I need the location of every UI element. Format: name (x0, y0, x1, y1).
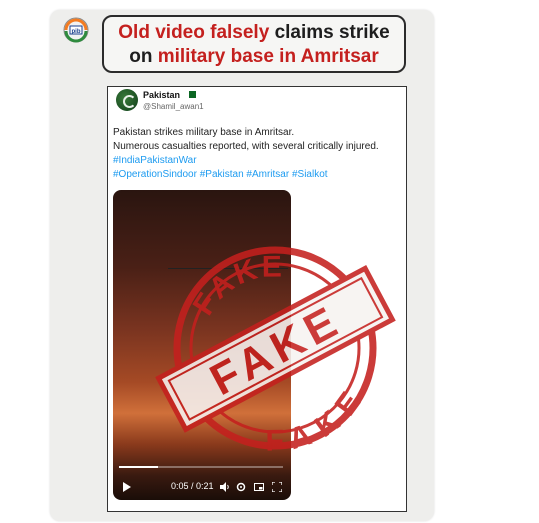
tweet-body: Pakistan strikes military base in Amrits… (113, 126, 379, 182)
headline-text: claims strike (274, 22, 390, 43)
tweet-line: Pakistan strikes military base in Amrits… (113, 127, 295, 138)
svg-text:pib: pib (72, 29, 81, 35)
headline-highlight: Old video falsely (118, 22, 270, 43)
author-handle[interactable]: @Shamil_awan1 (143, 102, 204, 111)
fake-stamp: FAKE FAKE FAKE (155, 235, 396, 460)
volume-icon[interactable] (220, 482, 230, 492)
tweet-line: Numerous casualties reported, with sever… (113, 141, 379, 152)
stamp-center-text: FAKE (202, 295, 350, 405)
stamp-bottom-text: FAKE (252, 377, 377, 460)
headline-banner: Old video falsely claims strike on milit… (102, 15, 406, 73)
video-time: 0:05 / 0:21 (171, 481, 214, 491)
headline-text: on (129, 46, 153, 67)
author-name[interactable]: Pakistan (143, 90, 180, 100)
fullscreen-icon[interactable] (272, 482, 282, 492)
pib-logo-icon: pib (63, 17, 89, 43)
headline-line-1: Old video falsely claims strike (104, 21, 404, 45)
headline-line-2: on military base in Amritsar (104, 45, 404, 69)
pip-icon[interactable] (254, 482, 264, 492)
settings-icon[interactable] (236, 482, 246, 492)
avatar[interactable] (116, 89, 138, 111)
play-icon[interactable] (122, 482, 132, 492)
svg-text:FAKE: FAKE (252, 377, 377, 460)
video-progress-fill (119, 466, 158, 468)
pakistan-flag-icon (187, 91, 196, 98)
headline-highlight: military base in Amritsar (157, 46, 379, 67)
hashtag-link[interactable]: #OperationSindoor #Pakistan #Amritsar #S… (113, 168, 379, 182)
hashtag-link[interactable]: #IndiaPakistanWar (113, 154, 379, 168)
